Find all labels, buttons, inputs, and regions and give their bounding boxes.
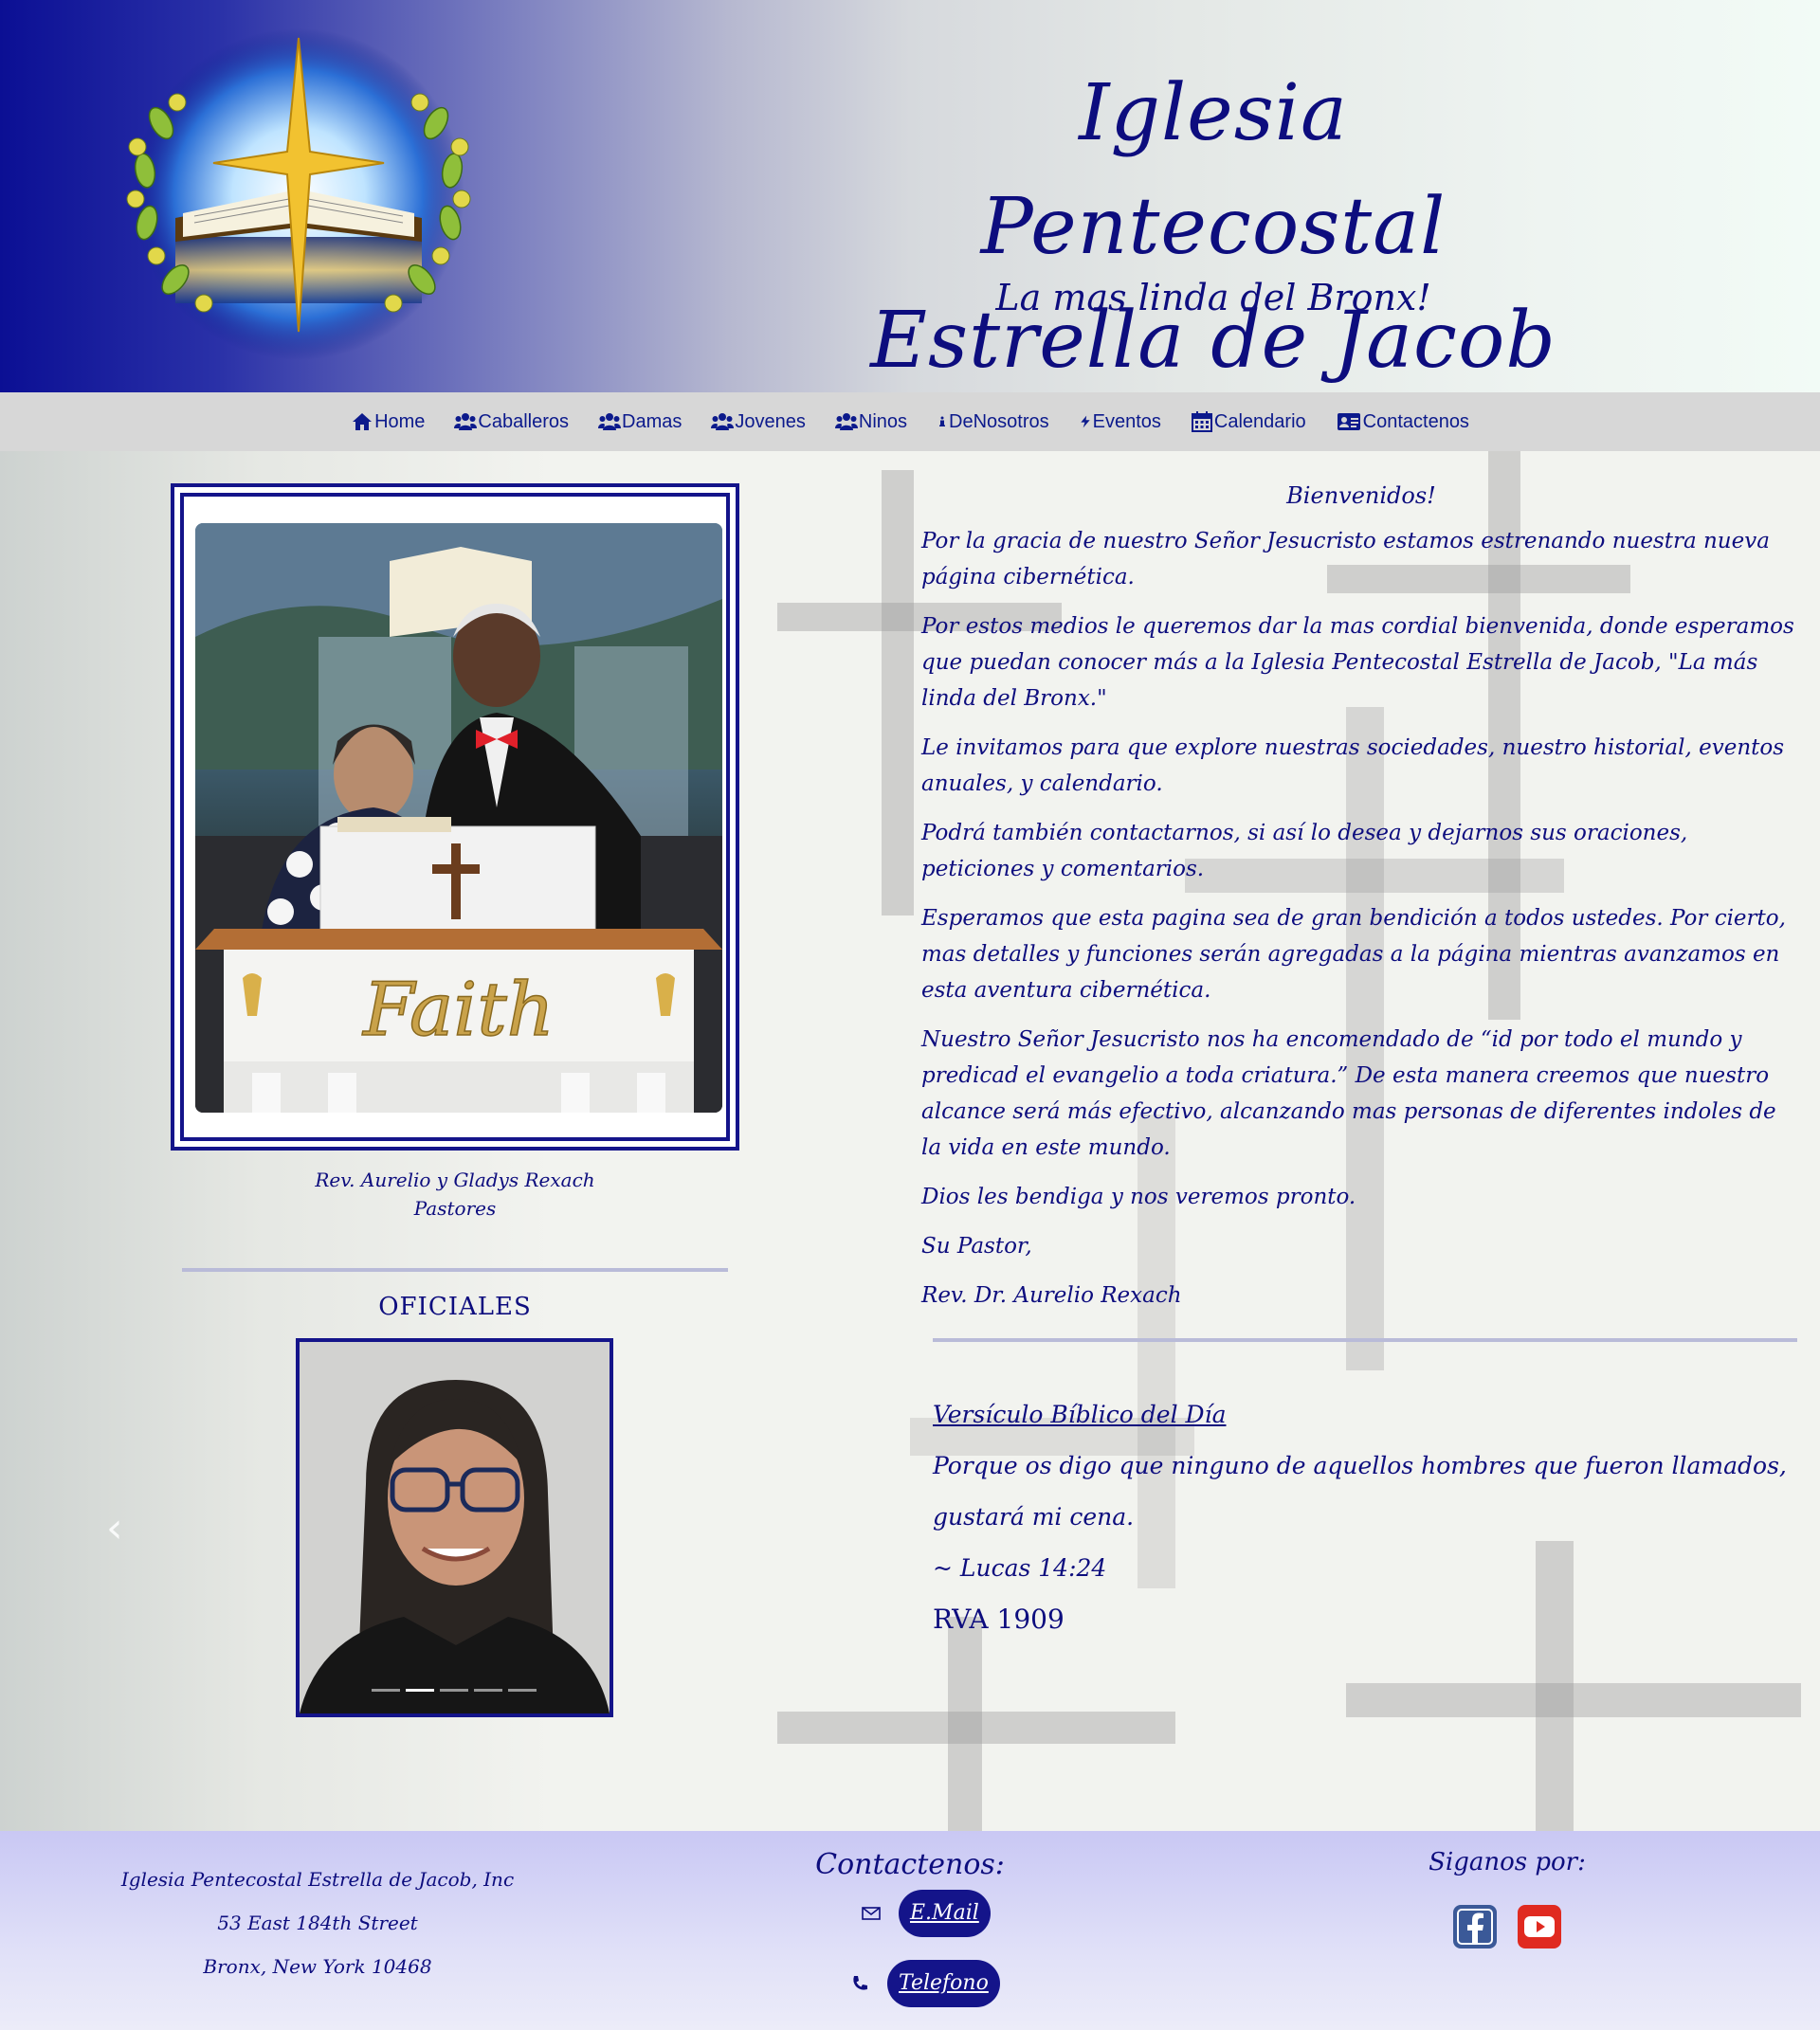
nav-item-label: Damas [622,410,682,432]
verse-reference: ~ Lucas 14:24 [933,1554,1107,1582]
footer-address: Iglesia Pentecostal Estrella de Jacob, I… [95,1858,540,1988]
site-title-line1: Iglesia Pentecostal [980,68,1447,272]
phone-row: Telefono [849,1960,1000,2007]
footer-church-name: Iglesia Pentecostal Estrella de Jacob, I… [120,1868,515,1891]
nav-item-jovenes[interactable]: Jovenes [711,411,806,433]
welcome-paragraph: Nuestro Señor Jesucristo nos ha encomend… [921,1027,1776,1160]
welcome-message: Bienvenidos! Por la gracia de nuestro Se… [921,478,1801,1327]
verse-version: RVA 1909 [933,1604,1065,1635]
welcome-paragraph: Le invitamos para que explore nuestras s… [921,735,1785,796]
divider-left [182,1268,728,1272]
nav-item-label: Jovenes [735,410,806,432]
official-portrait [300,1342,610,1713]
church-logo[interactable] [109,28,488,360]
main-content: Faith Rev. Aurelio y Gladys Rexach Pasto… [0,451,1820,1831]
footer-city: Bronx, New York 10468 [203,1955,432,1978]
users-icon [834,413,858,430]
pastors-role: Pastores [413,1197,497,1220]
verse-of-the-day: Versículo Bíblico del Día Porque os digo… [933,1389,1805,1645]
welcome-paragraph: Podrá también contactarnos, si así lo de… [921,821,1688,881]
carousel-indicator[interactable] [474,1689,502,1692]
nav-item-label: Ninos [858,410,908,432]
carousel-indicators [372,1689,537,1692]
facebook-glyph [1457,1909,1493,1945]
welcome-paragraph: Por la gracia de nuestro Señor Jesucrist… [921,529,1770,589]
pastors-names: Rev. Aurelio y Gladys Rexach [315,1169,595,1191]
nav-item-label: Contactenos [1362,410,1469,432]
welcome-paragraph: Por estos medios le queremos dar la mas … [921,614,1794,711]
site-tagline: La mas linda del Bronx! [995,277,1431,318]
users-icon [454,413,478,430]
officials-title: OFICIALES [378,1293,532,1321]
welcome-signature: Rev. Dr. Aurelio Rexach [921,1283,1182,1308]
pastor-photo-frame: Faith [171,483,739,1151]
footer-contact: Contactenos: [777,1848,1043,1881]
nav-item-calendario[interactable]: Calendario [1191,411,1306,433]
nav-item-label: Caballeros [478,410,570,432]
nav-item-home[interactable]: Home [351,411,425,433]
users-icon [711,413,735,430]
divider-right [933,1338,1797,1342]
home-icon [353,413,373,430]
calendar-icon [1191,411,1212,432]
nav-item-eventos[interactable]: Eventos [1079,411,1161,433]
pastors-caption: Rev. Aurelio y Gladys Rexach Pastores [171,1166,739,1223]
logo-emblem [126,28,471,360]
verse-text: Porque os digo que ninguno de aquellos h… [933,1452,1787,1531]
youtube-icon[interactable] [1518,1905,1561,1948]
facebook-icon[interactable] [1453,1905,1497,1948]
nav-item-denosotros[interactable]: DeNosotros [937,411,1049,433]
email-row: E.Mail [861,1890,991,1937]
verse-title[interactable]: Versículo Bíblico del Día [933,1389,1805,1441]
bolt-icon [1080,415,1090,428]
address-card-icon [1337,413,1360,430]
social-icons [1403,1905,1611,1948]
carousel-indicator[interactable] [372,1689,400,1692]
site-footer: Iglesia Pentecostal Estrella de Jacob, I… [0,1831,1820,2030]
nav-item-contactenos[interactable]: Contactenos [1336,411,1469,433]
footer-street: 53 East 184th Street [217,1912,418,1934]
info-icon [939,416,946,426]
nav-item-ninos[interactable]: Ninos [834,410,908,433]
pastors-photo-illustration: Faith [195,523,722,1113]
welcome-paragraph: Su Pastor, [921,1234,1032,1259]
users-icon [598,413,622,430]
nav-item-label: DeNosotros [949,410,1049,432]
email-button[interactable]: E.Mail [899,1890,991,1937]
footer-social: Siganos por: [1403,1848,1611,1948]
phone-icon [853,1976,867,1990]
carousel-prev-button[interactable]: ‹ [106,1505,135,1552]
phone-button[interactable]: Telefono [887,1960,1000,2007]
pulpit-faith-text: Faith [361,968,555,1053]
envelope-icon [862,1907,881,1920]
carousel-indicator[interactable] [508,1689,537,1692]
nav-item-label: Home [374,410,426,432]
main-nav: Home Caballeros Damas Jovenes Ninos DeNo… [0,392,1820,451]
nav-item-damas[interactable]: Damas [598,411,682,433]
site-title: Iglesia Pentecostal Estrella de Jacob [853,57,1574,392]
welcome-title: Bienvenidos! [1286,482,1436,509]
youtube-glyph [1524,1916,1555,1937]
footer-contact-title: Contactenos: [815,1848,1005,1881]
pastors-photo: Faith [195,523,722,1113]
nav-item-label: Eventos [1092,410,1161,432]
carousel-indicator[interactable] [440,1689,468,1692]
officials-carousel[interactable] [296,1338,613,1717]
site-header: Iglesia Pentecostal Estrella de Jacob La… [0,0,1820,392]
carousel-indicator-active[interactable] [406,1689,434,1692]
welcome-paragraph: Dios les bendiga y nos veremos pronto. [921,1185,1356,1209]
nav-item-label: Calendario [1213,410,1306,432]
footer-social-title: Siganos por: [1429,1848,1586,1876]
nav-item-caballeros[interactable]: Caballeros [454,411,569,433]
welcome-paragraph: Esperamos que esta pagina sea de gran be… [921,906,1786,1003]
